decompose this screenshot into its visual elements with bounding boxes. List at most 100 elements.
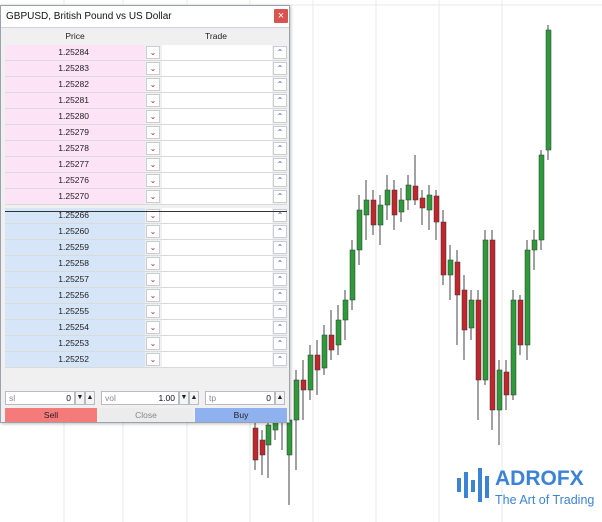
- sell-limit-icon[interactable]: ⌄: [146, 257, 160, 270]
- vol-field[interactable]: vol 1.00: [101, 391, 179, 405]
- buy-limit-icon[interactable]: ⌃: [273, 78, 287, 91]
- trade-cell[interactable]: [162, 109, 272, 124]
- price-cell[interactable]: 1.25253: [5, 336, 145, 351]
- price-cell[interactable]: 1.25257: [5, 272, 145, 287]
- trade-cell[interactable]: [162, 288, 272, 303]
- buy-limit-icon[interactable]: ⌃: [273, 190, 287, 203]
- candle-body: [259, 439, 266, 456]
- tp-up-button[interactable]: ▲: [275, 391, 285, 405]
- sell-limit-icon[interactable]: ⌄: [146, 110, 160, 123]
- price-cell[interactable]: 1.25283: [5, 61, 145, 76]
- trade-cell[interactable]: [162, 77, 272, 92]
- candle-body: [384, 189, 391, 206]
- buy-limit-icon[interactable]: ⌃: [273, 273, 287, 286]
- buy-limit-icon[interactable]: ⌃: [273, 62, 287, 75]
- sell-limit-icon[interactable]: ⌄: [146, 225, 160, 238]
- candle-body: [517, 299, 524, 346]
- buy-limit-icon[interactable]: ⌃: [273, 46, 287, 59]
- window-titlebar[interactable]: GBPUSD, British Pound vs US Dollar ×: [1, 6, 289, 28]
- trade-cell[interactable]: [162, 352, 272, 367]
- sl-up-button[interactable]: ▲: [85, 391, 95, 405]
- buy-limit-icon[interactable]: ⌃: [273, 174, 287, 187]
- tp-field[interactable]: tp 0: [205, 391, 275, 405]
- close-icon[interactable]: ×: [274, 9, 288, 23]
- sell-limit-icon[interactable]: ⌄: [146, 158, 160, 171]
- close-position-button[interactable]: Close: [99, 408, 193, 422]
- trade-cell[interactable]: [162, 125, 272, 140]
- price-cell[interactable]: 1.25282: [5, 77, 145, 92]
- trade-cell[interactable]: [162, 224, 272, 239]
- sell-limit-icon[interactable]: ⌄: [146, 353, 160, 366]
- sell-button[interactable]: Sell: [5, 408, 97, 422]
- sl-down-button[interactable]: ▼: [75, 391, 85, 405]
- trade-cell[interactable]: [162, 93, 272, 108]
- sell-limit-icon[interactable]: ⌄: [146, 321, 160, 334]
- buy-button[interactable]: Buy: [195, 408, 287, 422]
- sell-limit-icon[interactable]: ⌄: [146, 241, 160, 254]
- trade-cell[interactable]: [162, 45, 272, 60]
- sell-limit-icon[interactable]: ⌄: [146, 337, 160, 350]
- trade-cell[interactable]: [162, 141, 272, 156]
- buy-limit-icon[interactable]: ⌃: [273, 94, 287, 107]
- trade-cell[interactable]: [162, 173, 272, 188]
- sl-field[interactable]: sl 0: [5, 391, 75, 405]
- buy-limit-icon[interactable]: ⌃: [273, 321, 287, 334]
- candle-body: [314, 354, 321, 371]
- trade-cell[interactable]: [162, 304, 272, 319]
- price-cell[interactable]: 1.25259: [5, 240, 145, 255]
- trade-cell[interactable]: [162, 256, 272, 271]
- buy-limit-icon[interactable]: ⌃: [273, 142, 287, 155]
- candle-body: [356, 209, 363, 251]
- price-cell[interactable]: 1.25278: [5, 141, 145, 156]
- bid-row: 1.25253 ⌄ ⌃: [5, 336, 287, 352]
- price-cell[interactable]: 1.25276: [5, 173, 145, 188]
- buy-limit-icon[interactable]: ⌃: [273, 353, 287, 366]
- candle-body: [300, 379, 307, 391]
- buy-limit-icon[interactable]: ⌃: [273, 110, 287, 123]
- buy-limit-icon[interactable]: ⌃: [273, 257, 287, 270]
- bid-row: 1.25260 ⌄ ⌃: [5, 224, 287, 240]
- sell-limit-icon[interactable]: ⌄: [146, 289, 160, 302]
- buy-limit-icon[interactable]: ⌃: [273, 225, 287, 238]
- ask-row: 1.25276 ⌄ ⌃: [5, 173, 287, 189]
- buy-limit-icon[interactable]: ⌃: [273, 241, 287, 254]
- price-cell[interactable]: 1.25279: [5, 125, 145, 140]
- price-cell[interactable]: 1.25280: [5, 109, 145, 124]
- price-cell[interactable]: 1.25284: [5, 45, 145, 60]
- vol-down-button[interactable]: ▼: [179, 391, 189, 405]
- trade-cell[interactable]: [162, 189, 272, 204]
- sell-limit-icon[interactable]: ⌄: [146, 62, 160, 75]
- sell-limit-icon[interactable]: ⌄: [146, 126, 160, 139]
- buy-limit-icon[interactable]: ⌃: [273, 158, 287, 171]
- buy-limit-icon[interactable]: ⌃: [273, 305, 287, 318]
- buy-limit-icon[interactable]: ⌃: [273, 337, 287, 350]
- price-cell[interactable]: 1.25254: [5, 320, 145, 335]
- trade-cell[interactable]: [162, 336, 272, 351]
- vol-up-button[interactable]: ▲: [189, 391, 199, 405]
- ask-row: 1.25277 ⌄ ⌃: [5, 157, 287, 173]
- price-cell[interactable]: 1.25277: [5, 157, 145, 172]
- sell-limit-icon[interactable]: ⌄: [146, 305, 160, 318]
- price-cell[interactable]: 1.25256: [5, 288, 145, 303]
- price-cell[interactable]: 1.25255: [5, 304, 145, 319]
- ask-row: 1.25282 ⌄ ⌃: [5, 77, 287, 93]
- price-cell[interactable]: 1.25281: [5, 93, 145, 108]
- trade-cell[interactable]: [162, 320, 272, 335]
- trade-cell[interactable]: [162, 272, 272, 287]
- price-cell[interactable]: 1.25252: [5, 352, 145, 367]
- price-cell[interactable]: 1.25260: [5, 224, 145, 239]
- trade-cell[interactable]: [162, 240, 272, 255]
- sell-limit-icon[interactable]: ⌄: [146, 190, 160, 203]
- sell-limit-icon[interactable]: ⌄: [146, 142, 160, 155]
- price-cell[interactable]: 1.25258: [5, 256, 145, 271]
- sell-limit-icon[interactable]: ⌄: [146, 174, 160, 187]
- sell-limit-icon[interactable]: ⌄: [146, 78, 160, 91]
- trade-cell[interactable]: [162, 157, 272, 172]
- buy-limit-icon[interactable]: ⌃: [273, 289, 287, 302]
- buy-limit-icon[interactable]: ⌃: [273, 126, 287, 139]
- sell-limit-icon[interactable]: ⌄: [146, 46, 160, 59]
- trade-cell[interactable]: [162, 61, 272, 76]
- price-cell[interactable]: 1.25270: [5, 189, 145, 204]
- sell-limit-icon[interactable]: ⌄: [146, 273, 160, 286]
- sell-limit-icon[interactable]: ⌄: [146, 94, 160, 107]
